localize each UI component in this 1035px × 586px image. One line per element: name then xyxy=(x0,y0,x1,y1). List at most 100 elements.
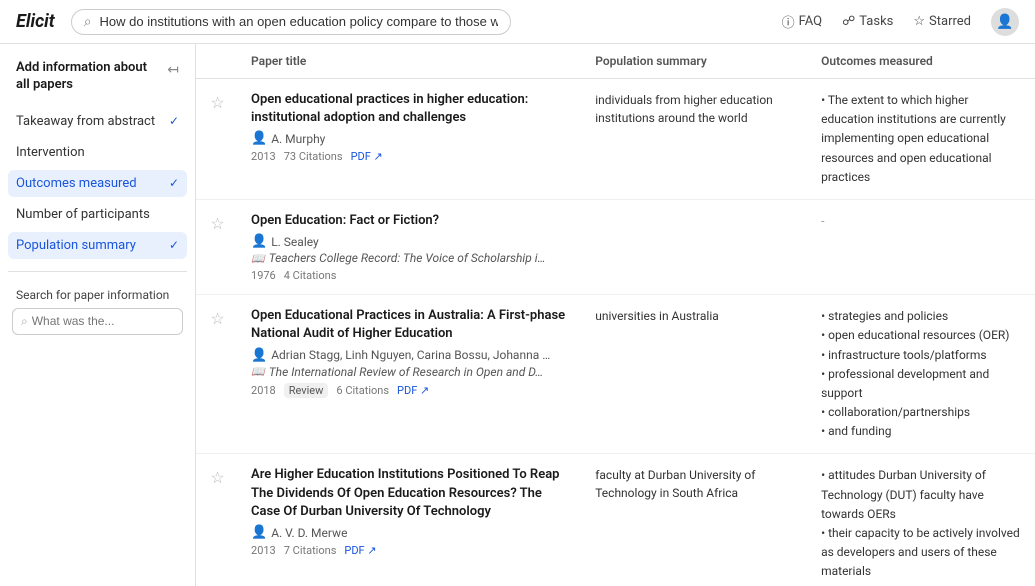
sidebar-item-population[interactable]: Population summary ✓ xyxy=(8,232,187,259)
col-header-outcomes: Outcomes measured xyxy=(809,44,1035,79)
pdf-link[interactable]: PDF ↗ xyxy=(344,544,376,557)
population-cell xyxy=(583,199,809,294)
sidebar-item-takeaway[interactable]: Takeaway from abstract ✓ xyxy=(8,108,187,135)
paper-author: 👤 A. Murphy xyxy=(251,131,571,146)
star-button[interactable]: ☆ xyxy=(210,214,224,234)
paper-author: 👤 Adrian Stagg, Linh Nguyen, Carina Bossu… xyxy=(251,348,571,363)
author-icon: 👤 xyxy=(251,348,267,363)
paper-title: Open Educational Practices in Australia:… xyxy=(251,307,571,343)
star-cell: ☆ xyxy=(196,199,239,294)
author-name: L. Sealey xyxy=(271,235,319,249)
star-cell: ☆ xyxy=(196,295,239,454)
col-header-title: Paper title xyxy=(239,44,583,79)
journal-icon: 📖 xyxy=(251,365,265,378)
search-section-label: Search for paper information xyxy=(12,288,183,302)
author-icon: 👤 xyxy=(251,525,267,540)
author-icon: 👤 xyxy=(251,131,267,146)
search-input[interactable] xyxy=(100,14,498,29)
collapse-icon[interactable]: ↤ xyxy=(167,62,179,78)
star-icon: ☆ xyxy=(913,14,925,29)
question-circle-icon: ⓘ xyxy=(782,12,795,31)
population-cell: individuals from higher education instit… xyxy=(583,79,809,200)
paper-author: 👤 A. V. D. Merwe xyxy=(251,525,571,540)
star-button[interactable]: ☆ xyxy=(210,93,224,113)
paper-title-cell: Open Education: Fact or Fiction? 👤L. Seal… xyxy=(239,199,583,294)
outcomes-text: • The extent to which higher education i… xyxy=(821,91,1023,187)
outcomes-cell: • strategies and policies • open educati… xyxy=(809,295,1035,454)
col-header-population: Population summary xyxy=(583,44,809,79)
sidebar-item-outcomes[interactable]: Outcomes measured ✓ xyxy=(8,170,187,197)
population-text: faculty at Durban University of Technolo… xyxy=(595,466,797,502)
pdf-link[interactable]: PDF ↗ xyxy=(397,384,429,397)
paper-journal: 📖 The International Review of Research in… xyxy=(251,365,571,379)
journal-name: Teachers College Record: The Voice of Sc… xyxy=(269,251,546,265)
col-header-star xyxy=(196,44,239,79)
paper-search-wrap[interactable]: ⌕ xyxy=(12,308,183,335)
paper-meta: 2018 Review 6 Citations PDF ↗ xyxy=(251,383,571,398)
outcomes-text: • strategies and policies • open educati… xyxy=(821,307,1023,441)
paper-search-input[interactable] xyxy=(32,314,187,328)
population-cell: universities in Australia xyxy=(583,295,809,454)
author-name: A. V. D. Merwe xyxy=(271,526,347,540)
tasks-label: Tasks xyxy=(859,14,893,29)
paper-author: 👤L. Sealey xyxy=(251,234,571,249)
search-bar[interactable]: ⌕ xyxy=(71,9,511,35)
papers-table: Paper title Population summary Outcomes … xyxy=(196,44,1035,586)
check-icon: ✓ xyxy=(169,114,179,128)
starred-nav-item[interactable]: ☆ Starred xyxy=(913,14,971,29)
sidebar-item-participants[interactable]: Number of participants xyxy=(8,201,187,228)
logo: Elicit xyxy=(16,11,55,32)
table-row: ☆ Open Educational Practices in Australia… xyxy=(196,295,1035,454)
sidebar-item-label: Intervention xyxy=(16,145,85,160)
sidebar-item-intervention[interactable]: Intervention xyxy=(8,139,187,166)
outcomes-cell: • attitudes Durban University of Technol… xyxy=(809,454,1035,586)
sidebar-item-label: Number of participants xyxy=(16,207,150,222)
tasks-nav-item[interactable]: ☍ Tasks xyxy=(842,14,893,29)
tasks-icon: ☍ xyxy=(842,14,855,29)
population-cell: faculty at Durban University of Technolo… xyxy=(583,454,809,586)
journal-name: The International Review of Research in … xyxy=(269,365,543,379)
header-nav: ⓘ FAQ ☍ Tasks ☆ Starred 👤 xyxy=(782,8,1019,36)
paper-title: Open educational practices in higher edu… xyxy=(251,91,571,127)
table-row: ☆ Open Education: Fact or Fiction? 👤L. Sea… xyxy=(196,199,1035,294)
pdf-link[interactable]: PDF ↗ xyxy=(351,150,383,163)
user-avatar[interactable]: 👤 xyxy=(991,8,1019,36)
table-row: ☆ Are Higher Education Institutions Posit… xyxy=(196,454,1035,586)
population-text: individuals from higher education instit… xyxy=(595,91,797,127)
paper-year: 2013 xyxy=(251,544,276,557)
outcomes-cell: • The extent to which higher education i… xyxy=(809,79,1035,200)
paper-year: 2013 xyxy=(251,150,276,163)
paper-badge: Review xyxy=(284,383,329,398)
paper-year: 2018 xyxy=(251,384,276,397)
check-icon: ✓ xyxy=(169,176,179,190)
star-button[interactable]: ☆ xyxy=(210,309,224,329)
check-icon: ✓ xyxy=(169,238,179,252)
user-icon: 👤 xyxy=(996,14,1013,30)
star-cell: ☆ xyxy=(196,454,239,586)
paper-title-cell: Are Higher Education Institutions Positi… xyxy=(239,454,583,586)
paper-meta: 19764 Citations xyxy=(251,269,571,282)
table-row: ☆ Open educational practices in higher ed… xyxy=(196,79,1035,200)
paper-citations: 73 Citations xyxy=(284,150,343,163)
author-name: Adrian Stagg, Linh Nguyen, Carina Bossu,… xyxy=(271,348,550,362)
table-wrap: Paper title Population summary Outcomes … xyxy=(196,44,1035,586)
sidebar-divider xyxy=(8,271,187,272)
paper-citations: 6 Citations xyxy=(336,384,389,397)
sidebar-item-label: Population summary xyxy=(16,238,136,253)
sidebar: Add information about all papers ↤ Takea… xyxy=(0,44,196,586)
faq-nav-item[interactable]: ⓘ FAQ xyxy=(782,12,822,31)
outcomes-text: • attitudes Durban University of Technol… xyxy=(821,466,1023,581)
star-button[interactable]: ☆ xyxy=(210,468,224,488)
paper-title-cell: Open Educational Practices in Australia:… xyxy=(239,295,583,454)
paper-title: Open Education: Fact or Fiction? xyxy=(251,212,571,230)
paper-meta: 2013 73 Citations PDF ↗ xyxy=(251,150,571,163)
journal-icon: 📖 xyxy=(251,252,265,265)
outcomes-text: - xyxy=(821,212,1023,231)
main-layout: Add information about all papers ↤ Takea… xyxy=(0,44,1035,586)
search-small-icon: ⌕ xyxy=(21,314,28,329)
author-name: A. Murphy xyxy=(271,132,325,146)
paper-meta: 20137 CitationsPDF ↗ xyxy=(251,544,571,557)
paper-title: Are Higher Education Institutions Positi… xyxy=(251,466,571,521)
sidebar-title: Add information about all papers xyxy=(16,60,159,94)
star-cell: ☆ xyxy=(196,79,239,200)
